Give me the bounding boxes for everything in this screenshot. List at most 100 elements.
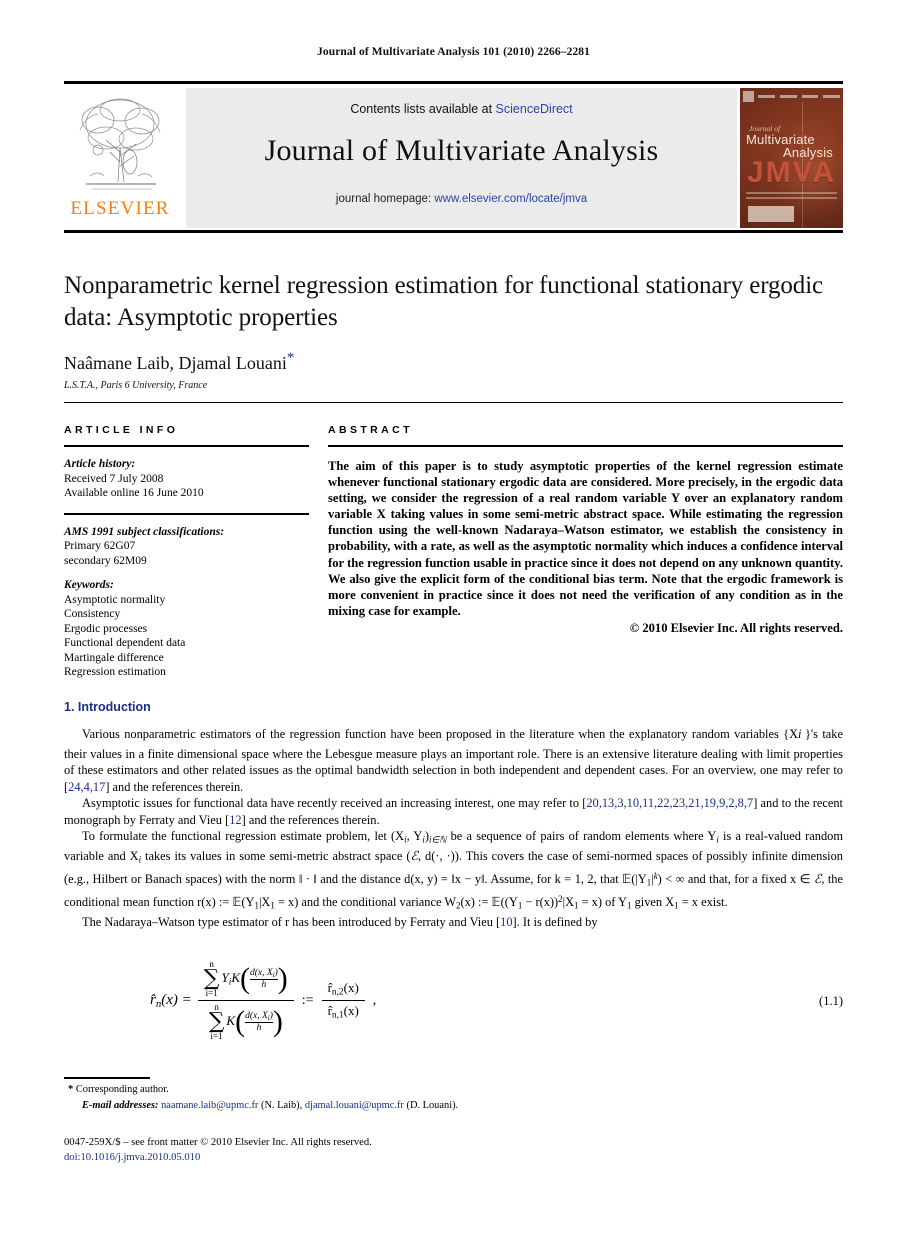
cover-dash [758,95,775,98]
p3-part-k: |X [258,894,271,909]
journal-homepage-link[interactable]: www.elsevier.com/locate/jmva [434,193,587,205]
sciencedirect-link[interactable]: ScienceDirect [496,102,573,116]
abstract-label: ABSTRACT [328,424,413,436]
keyword-item: Asymptotic normality [64,593,166,606]
equation-1-1: r̂n(x) = n ∑ i=1 YiK(d(x, Xi) h) n ∑ i=1 … [150,958,384,1043]
article-info-column: ARTICLE INFO Article history: Received 7… [64,424,309,680]
running-head: Journal of Multivariate Analysis 101 (20… [317,46,590,58]
kernel-argument-fraction: d(x, Xi) h [245,1011,273,1033]
equation-main-fraction: n ∑ i=1 YiK(d(x, Xi) h) n ∑ i=1 K(d(x, Xi… [197,958,294,1043]
equation-denominator: n ∑ i=1 K(d(x, Xi) h) [203,1001,289,1043]
cover-text-line [746,197,837,199]
article-info-divider [64,512,309,515]
email-addresses-line: E-mail addresses: naamane.laib@upmc.fr (… [64,1099,843,1113]
p4-part-a: The Nadaraya–Watson type estimator of r … [82,914,501,929]
citation-group[interactable]: 12 [229,813,241,827]
paragraph-4: The Nadaraya–Watson type estimator of r … [64,914,843,930]
p3-part-n: − r(x)) [522,894,559,909]
section-heading-introduction: 1. Introduction [64,700,151,714]
abstract-text: The aim of this paper is to study asympt… [328,459,843,618]
p3-part-d: be a sequence of pairs of random element… [446,828,717,843]
cover-dash-row [758,95,840,98]
kernel-argument-fraction: d(x, Xi) h [250,968,278,990]
cover-elsevier-mark-icon [743,91,754,102]
paper-page: Journal of Multivariate Analysis 101 (20… [0,0,907,1238]
msc-secondary: secondary 62M09 [64,554,147,567]
citation-group[interactable]: 10 [500,915,512,929]
article-info-rule [64,445,309,447]
right-paren-icon: ) [272,1005,283,1039]
page-title: Nonparametric kernel regression estimati… [64,272,824,331]
equation-rhs-fraction: r̂n,2(x) r̂n,1(x) [321,978,365,1023]
paragraph-1: Various nonparametric estimators of the … [64,727,843,794]
keyword-item: Functional dependent data [64,637,186,649]
author-list: Naâmane Laib, Djamal Louani* [64,350,843,374]
doi-link[interactable]: doi:10.1016/j.jmva.2010.05.010 [64,1150,843,1165]
sigma-icon: ∑ [208,1009,225,1035]
abstract-rule [328,445,843,447]
author-names: Naâmane Laib, Djamal Louani [64,353,287,373]
keywords-group: Keywords: Asymptotic normality Consisten… [64,578,309,680]
article-history-head: Article history: [64,458,136,470]
corresponding-author-note: * Corresponding author. [64,1083,843,1097]
p1-part-a: Various nonparametric estimators of the … [82,727,799,741]
masthead-top-rule [64,81,843,84]
equation-assignment-operator: := [301,992,314,1008]
email-owner-laib: (N. Laib), [260,1100,303,1111]
cover-acronym: JMVA [746,156,837,189]
equation-rhs-denominator: r̂n,1(x) [322,1001,365,1023]
rhs-num-subscript: n,2 [331,988,344,998]
keyword-item: Martingale difference [64,651,164,664]
citation-group[interactable]: 24,4,17 [68,780,105,794]
rhs-num-arg: (x) [343,980,359,996]
footnote-rule [64,1077,150,1079]
title-bottom-rule [64,402,843,403]
p4-part-b: ]. It is defined by [512,914,598,929]
equation-lhs: r̂n(x) = [150,992,198,1010]
abstract-column: ABSTRACT The aim of this paper is to stu… [328,424,843,636]
elsevier-logo: ELSEVIER [64,88,176,228]
summation-numerator: n ∑ i=1 [204,960,220,998]
equation-numerator: n ∑ i=1 YiK(d(x, Xi) h) [198,958,294,1000]
equation-lhs-arg: (x) = [161,991,192,1008]
corresponding-author-text: Corresponding author. [75,1084,169,1095]
cover-top-bar [743,91,840,102]
email-link-laib[interactable]: naamane.laib@upmc.fr [161,1100,258,1111]
abstract-copyright: © 2010 Elsevier Inc. All rights reserved… [629,620,843,635]
cover-text-line [746,192,837,194]
sum-lower-limit: i=1 [210,1031,223,1042]
affiliation: L.S.T.A., Paris 6 University, France [64,380,208,391]
citation-group[interactable]: 20,13,3,10,11,22,23,21,19,9,2,8,7 [586,796,753,810]
journal-cover-thumbnail: Journal of Multivariate Analysis JMVA [740,88,843,228]
homepage-prefix: journal homepage: [335,193,435,205]
journal-homepage-line: journal homepage: www.elsevier.com/locat… [186,193,737,205]
equation-1-1-row: r̂n(x) = n ∑ i=1 YiK(d(x, Xi) h) n ∑ i=1 … [64,958,843,1050]
footnote-block: * Corresponding author. E-mail addresses… [64,1083,843,1113]
msc-primary: Primary 62G07 [64,540,136,552]
p2-part-a: Asymptotic issues for functional data ha… [82,796,587,811]
equation-kernel-k: K [231,969,241,985]
title-block: Nonparametric kernel regression estimati… [64,270,843,391]
article-history-group: Article history: Received 7 July 2008 Av… [64,457,309,501]
elsevier-tree-icon [79,98,161,190]
cover-text-lines [746,192,837,202]
left-paren-icon: ( [240,962,251,995]
left-paren-icon: ( [235,1005,246,1039]
right-paren-icon: ) [277,962,288,995]
contents-available-line: Contents lists available at ScienceDirec… [186,102,737,116]
cover-dash [801,95,819,98]
corresponding-author-marker: * [286,350,295,366]
p3-part-f: takes its values in some semi-metric abs… [141,848,411,863]
kernel-bandwidth: h [262,980,267,990]
equation-rhs-numerator: r̂n,2(x) [322,978,365,1000]
sum-lower-limit: i=1 [205,988,218,998]
rhs-den-arg: (x) [343,1003,359,1019]
p3-part-i: ) < ∞ and that, for a fixed x ∈ [657,871,814,886]
corresponding-star-icon: * [68,1084,74,1095]
equation-number: (1.1) [819,994,843,1008]
p3-part-b: , Y [406,828,423,843]
equation-y-symbol: Y [221,969,229,985]
email-owner-louani: (D. Louani). [406,1100,459,1111]
email-link-louani[interactable]: djamal.louani@upmc.fr [305,1100,404,1111]
cover-dash [823,95,840,98]
